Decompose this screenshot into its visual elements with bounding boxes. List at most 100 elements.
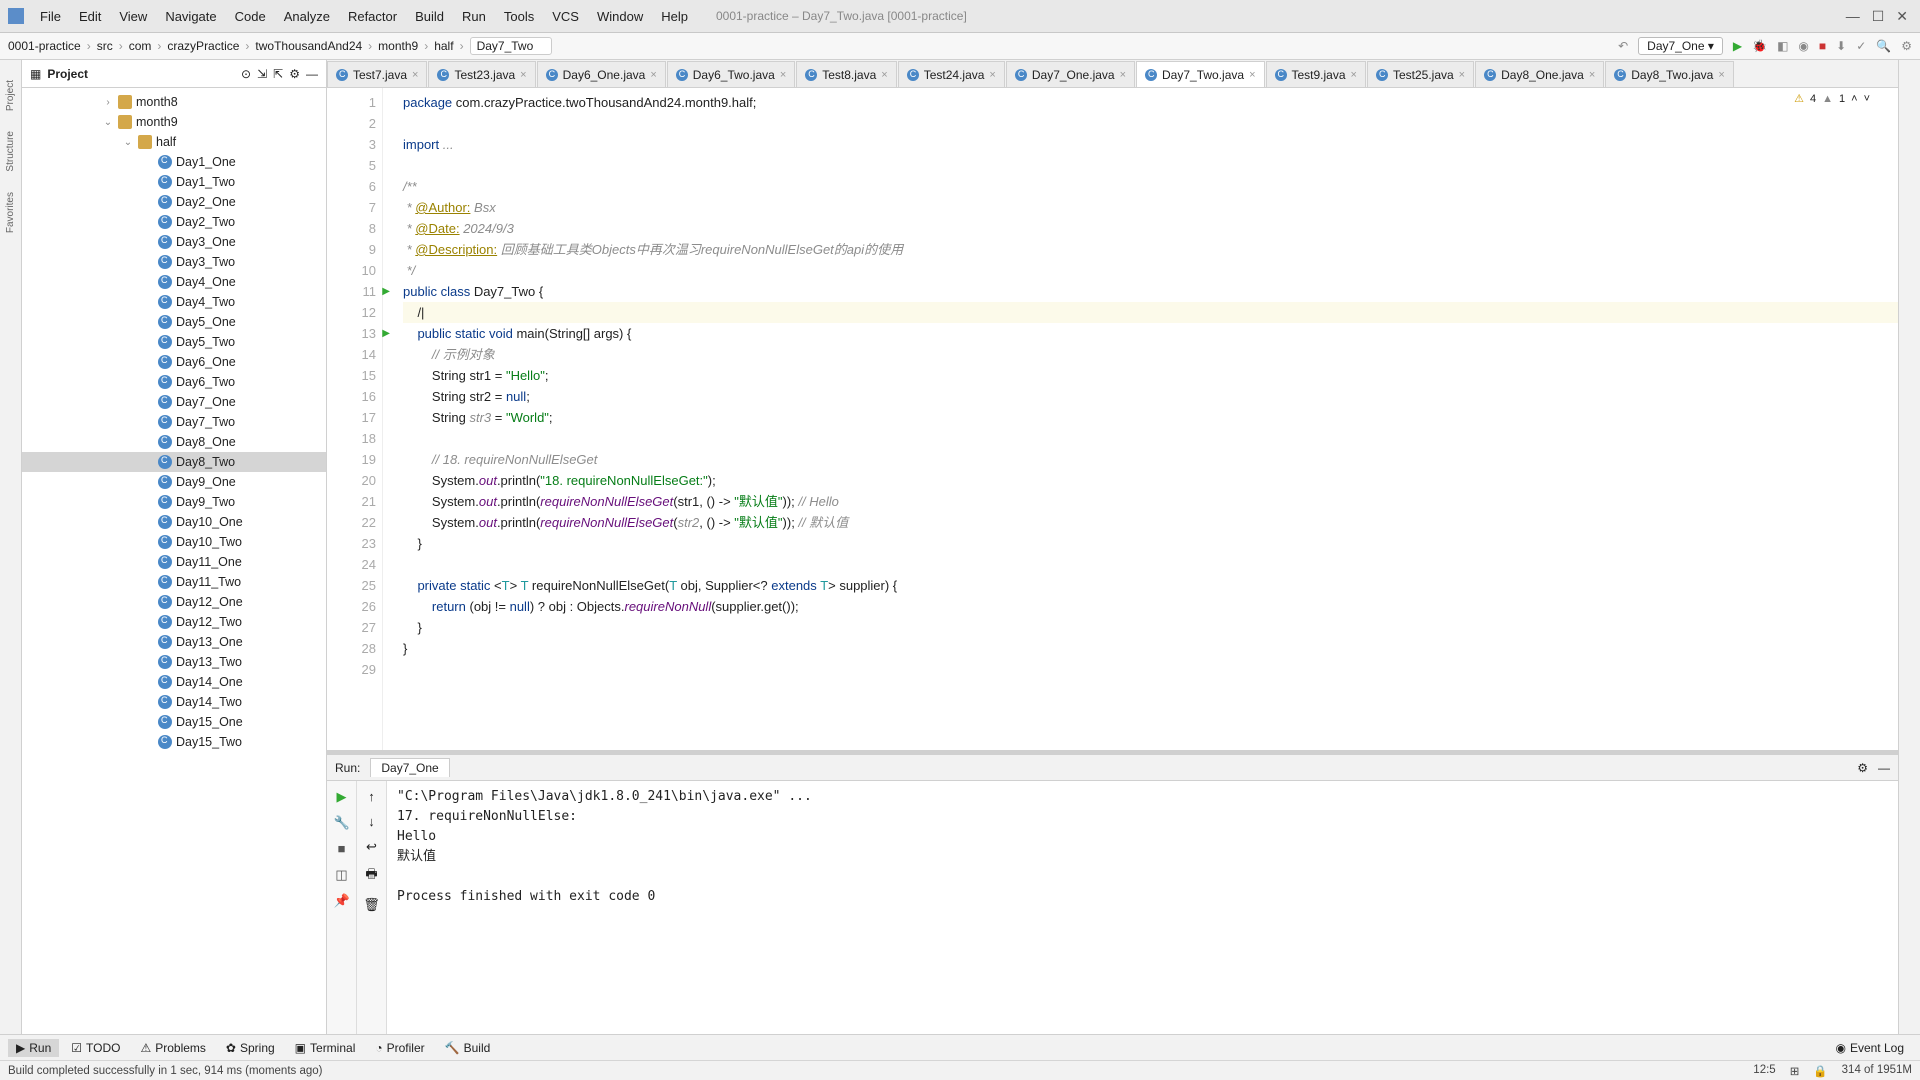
settings-icon[interactable]: ⚙	[1901, 39, 1912, 53]
code-editor[interactable]: 123567891011▶1213▶1415161718192021222324…	[327, 88, 1898, 750]
breadcrumb-item[interactable]: twoThousandAnd24	[255, 39, 378, 53]
menu-window[interactable]: Window	[589, 5, 651, 28]
line-separator-icon[interactable]: ⊞	[1790, 1064, 1800, 1078]
tab-close-icon[interactable]: ×	[1459, 69, 1465, 81]
editor-tab[interactable]: Day8_One.java×	[1475, 61, 1604, 87]
tree-node[interactable]: Day5_Two	[22, 332, 326, 352]
tree-node[interactable]: Day7_One	[22, 392, 326, 412]
tree-node[interactable]: Day4_Two	[22, 292, 326, 312]
close-icon[interactable]: ✕	[1896, 8, 1908, 25]
maximize-icon[interactable]: ☐	[1872, 8, 1885, 25]
run-hide-icon[interactable]: —	[1878, 761, 1890, 775]
tree-node[interactable]: Day14_One	[22, 672, 326, 692]
menu-tools[interactable]: Tools	[496, 5, 542, 28]
tree-node[interactable]: Day14_Two	[22, 692, 326, 712]
tree-node[interactable]: Day5_One	[22, 312, 326, 332]
editor-tab[interactable]: Test25.java×	[1367, 61, 1474, 87]
readonly-icon[interactable]: 🔒	[1813, 1064, 1827, 1078]
editor-tab[interactable]: Day7_Two.java×	[1136, 61, 1264, 87]
tab-close-icon[interactable]: ×	[1351, 69, 1357, 81]
breadcrumb-item[interactable]: Day7_Two	[470, 37, 553, 55]
tree-node[interactable]: Day12_One	[22, 592, 326, 612]
tree-node[interactable]: ⌄half	[22, 132, 326, 152]
run-config-selector[interactable]: Day7_One ▾	[1638, 37, 1723, 55]
project-tree[interactable]: ›month8⌄month9⌄halfDay1_OneDay1_TwoDay2_…	[22, 88, 326, 1034]
git-commit-icon[interactable]: ✓	[1856, 39, 1866, 53]
menu-vcs[interactable]: VCS	[544, 5, 587, 28]
breadcrumb-item[interactable]: month9	[378, 39, 434, 53]
debug-icon[interactable]: 🐞	[1752, 39, 1767, 53]
breadcrumb-item[interactable]: crazyPractice	[167, 39, 255, 53]
profile-icon[interactable]: ◉	[1798, 39, 1808, 53]
sidetab-project[interactable]: Project	[5, 80, 16, 111]
tree-node[interactable]: Day3_One	[22, 232, 326, 252]
gear-icon[interactable]: ⚙	[289, 67, 300, 81]
stop-icon[interactable]: ■	[1819, 39, 1826, 53]
tree-node[interactable]: Day15_One	[22, 712, 326, 732]
tree-node[interactable]: Day2_Two	[22, 212, 326, 232]
tab-close-icon[interactable]: ×	[1249, 69, 1255, 81]
run-icon[interactable]: ▶	[1733, 39, 1742, 53]
tab-close-icon[interactable]: ×	[520, 69, 526, 81]
menu-navigate[interactable]: Navigate	[157, 5, 224, 28]
tree-node[interactable]: Day10_Two	[22, 532, 326, 552]
bottom-tab-profiler[interactable]: ◔ Profiler	[367, 1039, 432, 1057]
search-icon[interactable]: 🔍	[1876, 39, 1891, 53]
tree-node[interactable]: Day2_One	[22, 192, 326, 212]
tree-node[interactable]: Day8_One	[22, 432, 326, 452]
menu-analyze[interactable]: Analyze	[276, 5, 338, 28]
editor-tab[interactable]: Test9.java×	[1266, 61, 1366, 87]
run-settings-icon[interactable]: ⚙	[1857, 761, 1868, 775]
tree-node[interactable]: Day9_One	[22, 472, 326, 492]
coverage-icon[interactable]: ◧	[1777, 39, 1788, 53]
caret-position[interactable]: 12:5	[1753, 1064, 1775, 1078]
tab-close-icon[interactable]: ×	[780, 69, 786, 81]
editor-tab[interactable]: Test8.java×	[796, 61, 896, 87]
bottom-tab-terminal[interactable]: ▣ Terminal	[287, 1039, 364, 1057]
tree-node[interactable]: Day8_Two	[22, 452, 326, 472]
run-wrap-icon[interactable]: ↩	[366, 839, 377, 855]
menu-code[interactable]: Code	[227, 5, 274, 28]
collapse-icon[interactable]: ⇱	[273, 67, 283, 81]
menu-refactor[interactable]: Refactor	[340, 5, 405, 28]
menu-view[interactable]: View	[111, 5, 155, 28]
bottom-tab-spring[interactable]: ✿ Spring	[218, 1039, 283, 1057]
tree-node[interactable]: Day10_One	[22, 512, 326, 532]
run-tools-icon[interactable]: 🔧	[334, 815, 350, 831]
tab-close-icon[interactable]: ×	[650, 69, 656, 81]
menu-build[interactable]: Build	[407, 5, 452, 28]
inspection-up-icon[interactable]: ˄	[1851, 93, 1857, 105]
run-print-icon[interactable]: 🖶	[365, 865, 377, 887]
tree-node[interactable]: Day9_Two	[22, 492, 326, 512]
run-down-icon[interactable]: ↓	[368, 814, 375, 829]
locate-icon[interactable]: ⊙	[241, 67, 251, 81]
tree-node[interactable]: Day12_Two	[22, 612, 326, 632]
run-up-icon[interactable]: ↑	[368, 789, 375, 804]
minimize-icon[interactable]: —	[1846, 8, 1860, 25]
tree-node[interactable]: Day11_Two	[22, 572, 326, 592]
tab-close-icon[interactable]: ×	[412, 69, 418, 81]
run-clear-icon[interactable]: 🗑	[363, 897, 380, 913]
run-output[interactable]: "C:\Program Files\Java\jdk1.8.0_241\bin\…	[387, 781, 1898, 1034]
editor-tab[interactable]: Test23.java×	[428, 61, 535, 87]
editor-tab[interactable]: Test7.java×	[327, 61, 427, 87]
breadcrumb-item[interactable]: half	[434, 39, 469, 53]
breadcrumb-item[interactable]: src	[97, 39, 129, 53]
editor-tab[interactable]: Day6_Two.java×	[667, 61, 795, 87]
tree-node[interactable]: Day4_One	[22, 272, 326, 292]
breadcrumb-item[interactable]: 0001-practice	[8, 39, 97, 53]
editor-content[interactable]: package com.crazyPractice.twoThousandAnd…	[383, 88, 1898, 750]
sidetab-favorites[interactable]: Favorites	[5, 192, 16, 233]
tab-close-icon[interactable]: ×	[1718, 69, 1724, 81]
memory-indicator[interactable]: 314 of 1951M	[1842, 1064, 1912, 1078]
inspection-widget[interactable]: ⚠4 ▲1 ˄ ˅	[1794, 92, 1870, 105]
tree-node[interactable]: Day6_Two	[22, 372, 326, 392]
tree-node[interactable]: Day6_One	[22, 352, 326, 372]
run-config-tab[interactable]: Day7_One	[370, 758, 449, 777]
run-stop-icon[interactable]: ■	[334, 841, 350, 857]
git-update-icon[interactable]: ⬇	[1836, 39, 1846, 53]
tree-node[interactable]: ⌄month9	[22, 112, 326, 132]
tree-node[interactable]: Day15_Two	[22, 732, 326, 752]
breadcrumb-item[interactable]: com	[129, 39, 168, 53]
menu-help[interactable]: Help	[653, 5, 696, 28]
